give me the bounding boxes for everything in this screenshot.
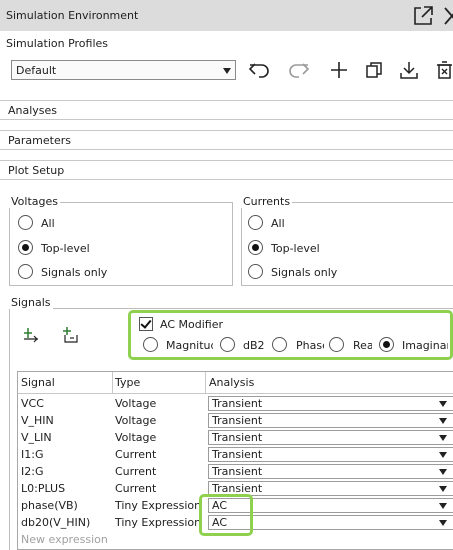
currents-top-level-label: Top-level xyxy=(271,242,320,255)
ac-magnitude-label: Magnitude xyxy=(166,339,213,352)
table-row[interactable]: V_LIN Voltage Transient xyxy=(18,429,453,446)
chevron-down-icon xyxy=(439,486,447,492)
column-header-type[interactable]: Type xyxy=(115,376,140,389)
table-row[interactable]: V_HIN Voltage Transient xyxy=(18,412,453,429)
chevron-down-icon xyxy=(439,469,447,475)
analysis-select[interactable]: Transient xyxy=(208,430,453,445)
type-cell: Tiny Expression xyxy=(115,516,202,529)
signal-cell: V_LIN xyxy=(21,431,52,444)
ac-modifier-checkbox[interactable] xyxy=(139,317,153,331)
type-cell: Current xyxy=(115,482,157,495)
chevron-down-icon xyxy=(439,401,447,407)
table-row[interactable]: I1:G Current Transient xyxy=(18,446,453,463)
ac-phase-label: Phase xyxy=(296,339,324,352)
profiles-label: Simulation Profiles xyxy=(6,37,109,50)
voltages-title: Voltages xyxy=(9,195,60,208)
currents-all-radio[interactable] xyxy=(248,215,263,230)
column-header-signal[interactable]: Signal xyxy=(21,376,55,389)
chevron-down-icon xyxy=(439,503,447,509)
analysis-select[interactable]: Transient xyxy=(208,464,453,479)
delete-icon[interactable] xyxy=(433,58,453,82)
analysis-select[interactable]: Transient xyxy=(208,447,453,462)
voltages-signals-only-radio[interactable] xyxy=(18,264,33,279)
plot-setup-section[interactable]: Plot Setup xyxy=(0,160,453,180)
voltages-top-level-label: Top-level xyxy=(41,242,90,255)
voltages-signals-only-label: Signals only xyxy=(41,266,108,279)
type-cell: Voltage xyxy=(115,414,157,427)
ac-magnitude-radio[interactable] xyxy=(143,337,158,352)
profile-select[interactable]: Default xyxy=(11,60,236,80)
undo-icon[interactable] xyxy=(247,58,271,82)
popout-icon[interactable] xyxy=(411,4,435,28)
table-header: Signal Type Analysis xyxy=(18,372,453,394)
profile-select-value: Default xyxy=(16,64,57,77)
ac-db20-radio[interactable] xyxy=(220,337,235,352)
ac-phase-radio[interactable] xyxy=(272,337,287,352)
signal-cell: phase(VB) xyxy=(21,499,78,512)
signal-cell: VCC xyxy=(21,397,44,410)
chevron-down-icon xyxy=(439,418,447,424)
analysis-select[interactable]: Transient xyxy=(208,396,453,411)
currents-all-label: All xyxy=(271,217,285,230)
ac-imaginary-radio[interactable] xyxy=(379,337,394,352)
currents-signals-only-label: Signals only xyxy=(271,266,338,279)
analyses-section[interactable]: Analyses xyxy=(0,100,453,120)
plot-setup-label: Plot Setup xyxy=(8,164,65,177)
add-expression-icon[interactable] xyxy=(62,326,80,344)
ac-modifier-label: AC Modifier xyxy=(160,318,223,331)
signal-cell: V_HIN xyxy=(21,414,54,427)
add-signal-icon[interactable] xyxy=(22,326,40,344)
type-cell: Voltage xyxy=(115,431,157,444)
analysis-select[interactable]: Transient xyxy=(208,413,453,428)
signal-cell: db20(V_HIN) xyxy=(21,516,91,529)
new-expression-placeholder[interactable]: New expression xyxy=(21,533,108,546)
chevron-down-icon xyxy=(439,520,447,526)
chevron-down-icon xyxy=(439,452,447,458)
redo-icon[interactable] xyxy=(287,58,311,82)
column-divider[interactable] xyxy=(205,372,206,394)
parameters-section[interactable]: Parameters xyxy=(0,130,453,150)
signal-cell: L0:PLUS xyxy=(21,482,66,495)
analysis-value: Transient xyxy=(212,431,263,444)
ac-real-radio[interactable] xyxy=(329,337,344,352)
table-row[interactable]: I2:G Current Transient xyxy=(18,463,453,480)
table-row[interactable]: VCC Voltage Transient xyxy=(18,395,453,412)
ac-db20-label: dB20 xyxy=(243,339,265,352)
window-title: Simulation Environment xyxy=(6,9,139,22)
parameters-label: Parameters xyxy=(8,134,71,147)
voltages-all-radio[interactable] xyxy=(18,215,33,230)
analysis-value: Transient xyxy=(212,397,263,410)
type-cell: Current xyxy=(115,465,157,478)
column-header-analysis[interactable]: Analysis xyxy=(209,376,254,389)
import-icon[interactable] xyxy=(397,58,421,82)
signals-title: Signals xyxy=(9,296,53,309)
ac-imaginary-label: Imaginary xyxy=(402,339,448,352)
currents-top-level-radio[interactable] xyxy=(248,240,263,255)
voltages-top-level-radio[interactable] xyxy=(18,240,33,255)
currents-title: Currents xyxy=(241,195,293,208)
close-icon[interactable] xyxy=(440,4,453,28)
signal-cell: I2:G xyxy=(21,465,44,478)
column-divider[interactable] xyxy=(112,372,113,394)
chevron-down-icon xyxy=(439,435,447,441)
type-cell: Tiny Expression xyxy=(115,499,202,512)
signal-cell: I1:G xyxy=(21,448,44,461)
analysis-value: Transient xyxy=(212,414,263,427)
type-cell: Voltage xyxy=(115,397,157,410)
add-icon[interactable] xyxy=(327,58,351,82)
analysis-value: Transient xyxy=(212,465,263,478)
analyses-label: Analyses xyxy=(8,104,58,117)
title-bar: Simulation Environment xyxy=(0,0,453,31)
ac-analysis-highlight xyxy=(199,494,253,536)
copy-icon[interactable] xyxy=(362,58,386,82)
analysis-value: Transient xyxy=(212,448,263,461)
chevron-down-icon xyxy=(223,68,231,74)
currents-signals-only-radio[interactable] xyxy=(248,264,263,279)
ac-real-label: Real xyxy=(353,339,372,352)
voltages-all-label: All xyxy=(41,217,55,230)
type-cell: Current xyxy=(115,448,157,461)
